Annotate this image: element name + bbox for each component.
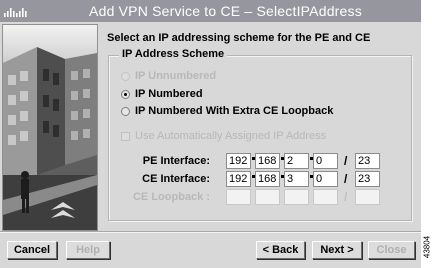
instruction-heading: Select an IP addressing scheme for the P…	[107, 32, 371, 44]
auto-assign-checkbox-row[interactable]: Use Automatically Assigned IP Address	[121, 129, 326, 143]
prefix-slash: /	[344, 172, 348, 186]
option-ip-numbered[interactable]: IP Numbered	[121, 87, 203, 101]
help-button[interactable]: Help	[66, 241, 110, 259]
ce-octet-1[interactable]	[226, 171, 251, 187]
radio-button[interactable]	[121, 71, 130, 81]
pe-octet-4[interactable]	[313, 153, 338, 169]
pe-octet-2[interactable]	[255, 153, 280, 169]
loopback-octet-3[interactable]	[284, 189, 309, 205]
title-bar: Add VPN Service to CE – SelectIPAddress	[0, 0, 421, 22]
loopback-octet-2[interactable]	[255, 189, 280, 205]
close-button[interactable]: Close	[368, 241, 415, 259]
group-title: IP Address Scheme	[119, 48, 228, 60]
loopback-prefix-length[interactable]	[355, 189, 380, 205]
pe-octet-3[interactable]	[284, 153, 309, 169]
cisco-logo-icon	[4, 8, 27, 17]
pe-prefix-length[interactable]	[355, 153, 380, 169]
loopback-octet-1[interactable]	[226, 189, 251, 205]
radio-button[interactable]	[121, 106, 130, 116]
ce-loopback-row: CE Loopback : /	[133, 189, 390, 205]
option-ip-numbered-loopback[interactable]: IP Numbered With Extra CE Loopback	[121, 104, 333, 118]
option-label: IP Numbered With Extra CE Loopback	[135, 105, 334, 117]
radio-button-selected[interactable]	[121, 89, 130, 99]
ce-interface-label: CE Interface:	[142, 173, 210, 185]
pe-interface-row: PE Interface: /	[143, 153, 390, 169]
window-title: Add VPN Service to CE – SelectIPAddress	[89, 3, 362, 19]
loopback-octet-4[interactable]	[313, 189, 338, 205]
ce-octet-2[interactable]	[255, 171, 280, 187]
ce-interface-row: CE Interface: /	[142, 171, 390, 187]
ce-prefix-length[interactable]	[355, 171, 380, 187]
side-illustration	[2, 24, 98, 231]
figure-number: 43804	[422, 229, 432, 265]
next-button[interactable]: Next >	[312, 241, 362, 259]
ce-loopback-label: CE Loopback :	[132, 191, 210, 203]
auto-assign-label: Use Automatically Assigned IP Address	[135, 130, 327, 142]
button-bar-divider	[0, 231, 421, 233]
ce-octet-3[interactable]	[284, 171, 309, 187]
auto-assign-checkbox[interactable]	[121, 131, 130, 141]
option-label: IP Numbered	[135, 88, 203, 100]
prefix-slash: /	[344, 190, 348, 204]
pe-octet-1[interactable]	[226, 153, 251, 169]
option-label: IP Unnumbered	[135, 70, 217, 82]
option-ip-unnumbered[interactable]: IP Unnumbered	[121, 69, 216, 83]
cancel-button[interactable]: Cancel	[7, 241, 57, 259]
ce-octet-4[interactable]	[313, 171, 338, 187]
pe-interface-label: PE Interface:	[142, 155, 210, 167]
dialog-window: Add VPN Service to CE – SelectIPAddress	[0, 0, 421, 268]
back-button[interactable]: < Back	[256, 241, 305, 259]
figure-number-text: 43804	[422, 235, 432, 259]
prefix-slash: /	[344, 154, 348, 168]
